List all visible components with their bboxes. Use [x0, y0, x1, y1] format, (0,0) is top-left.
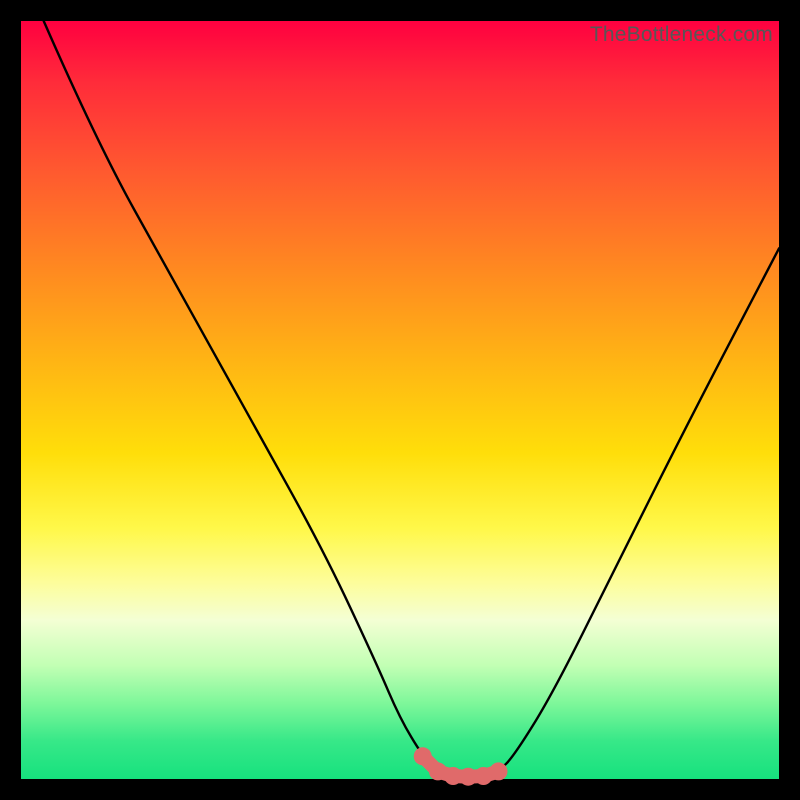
chart-frame: TheBottleneck.com	[0, 0, 800, 800]
curve-layer	[21, 21, 779, 779]
plot-area: TheBottleneck.com	[21, 21, 779, 779]
highlight-dot	[414, 747, 432, 765]
highlight-dot	[429, 762, 447, 780]
highlight-dot	[490, 762, 508, 780]
bottleneck-curve	[44, 21, 779, 777]
